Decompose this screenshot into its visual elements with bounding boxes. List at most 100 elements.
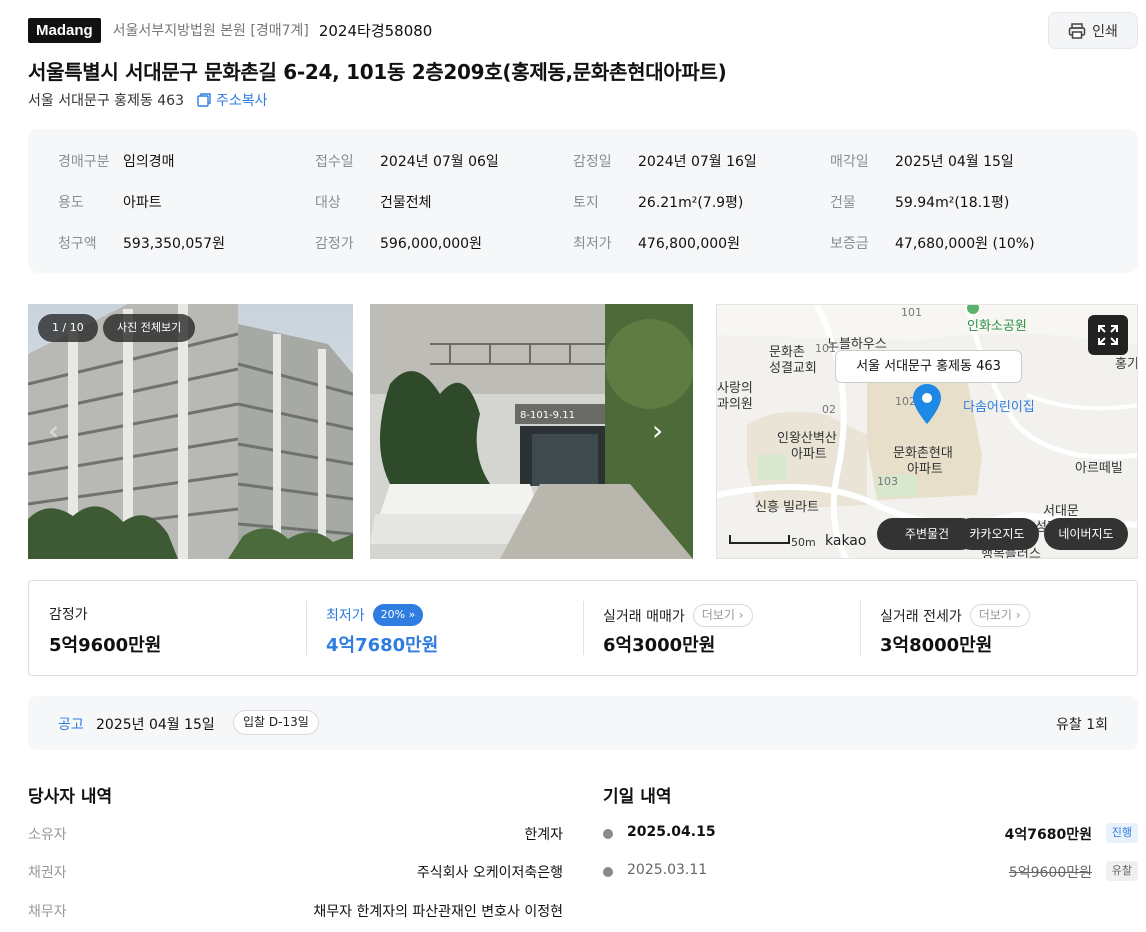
map-lot-number: 103	[877, 475, 898, 488]
history-price: 5억9600만원	[1008, 865, 1092, 881]
history-row: 2025.03.11 5억9600만원 유찰	[603, 861, 1138, 883]
info-label: 용도	[58, 195, 84, 211]
jeonse-more-button[interactable]: 더보기 ›	[969, 604, 1030, 627]
party-label: 채무자	[28, 904, 67, 920]
status-badge: 유찰	[1105, 861, 1138, 881]
lot-address-row: 서울 서대문구 홍제동 463 주소복사	[28, 90, 268, 110]
info-label: 최저가	[573, 236, 612, 252]
divider	[583, 601, 584, 655]
prev-photo-icon[interactable]: ‹	[48, 414, 59, 447]
map-fullscreen-button[interactable]	[1088, 315, 1128, 355]
info-label: 감정가	[315, 236, 354, 252]
page-title: 서울특별시 서대문구 문화촌길 6-24, 101동 2층209호(홍제동,문화…	[28, 60, 727, 84]
info-label: 토지	[573, 195, 599, 211]
location-map[interactable]: 101 인화소공원 노블하우스 문화촌 101 성결교회 사랑의 과의원 02 …	[716, 304, 1138, 559]
notice-label: 공고	[58, 717, 84, 733]
property-photo-2[interactable]: 8-101-9.11 ›	[370, 304, 693, 559]
party-value: 주식회사 오케이저축은행	[416, 865, 563, 881]
party-row: 채무자 채무자 한계자의 파산관재인 변호사 이정현	[28, 901, 563, 921]
apartment-photo-image	[28, 304, 353, 559]
divider	[860, 601, 861, 655]
price-label: 감정가	[49, 607, 88, 623]
info-received-date: 접수일 2024년 07월 06일	[315, 151, 499, 171]
map-edge-label: 홍기	[1115, 357, 1138, 372]
info-deposit: 보증금 47,680,000원 (10%)	[830, 233, 1035, 253]
info-appraisal-price: 감정가 596,000,000원	[315, 233, 482, 253]
price-value: 4억7680만원	[326, 635, 439, 656]
history-date: 2025.03.11	[627, 862, 708, 878]
info-value: 2025년 04월 15일	[895, 154, 1014, 170]
history-title: 기일 내역	[603, 787, 672, 807]
status-dot	[603, 829, 613, 839]
info-label: 보증금	[830, 236, 869, 252]
divider	[306, 601, 307, 655]
copy-address-label: 주소복사	[216, 93, 268, 109]
more-label: 더보기	[701, 608, 735, 622]
info-value: 476,800,000원	[638, 236, 740, 252]
info-value: 2024년 07월 06일	[380, 154, 499, 170]
map-scale-bar	[729, 535, 790, 544]
status-dot	[603, 867, 613, 877]
info-value: 47,680,000원 (10%)	[895, 236, 1035, 252]
info-value: 26.21m²(7.9평)	[638, 195, 744, 211]
map-clinic-label-2: 과의원	[717, 397, 753, 412]
map-scale-label: 50m	[791, 536, 816, 549]
price-value: 3억8000만원	[880, 635, 993, 656]
print-label: 인쇄	[1092, 23, 1118, 40]
naver-map-button[interactable]: 네이버지도	[1044, 518, 1128, 550]
map-lot-number: 101	[901, 306, 922, 319]
notice-bar: 공고 2025년 04월 15일 입찰 D-13일 유찰 1회	[28, 696, 1138, 750]
info-value: 59.94m²(18.1평)	[895, 195, 1010, 211]
info-label: 경매구분	[58, 154, 110, 170]
kakao-map-button[interactable]: 카카오지도	[955, 518, 1039, 550]
info-auction-type: 경매구분 임의경매	[58, 151, 175, 171]
party-row: 채권자 주식회사 오케이저축은행	[28, 862, 563, 882]
info-claim-amount: 청구액 593,350,057원	[58, 233, 225, 253]
info-building: 건물 59.94m²(18.1평)	[830, 192, 1009, 212]
auction-info-panel: 경매구분 임의경매 접수일 2024년 07월 06일 감정일 2024년 07월 1…	[28, 129, 1138, 273]
dday-badge: 입찰 D-13일	[233, 710, 319, 735]
info-value: 건물전체	[380, 195, 432, 211]
info-value: 593,350,057원	[123, 236, 225, 252]
next-photo-icon[interactable]: ›	[652, 414, 663, 447]
map-arte-label: 아르떼빌	[1075, 461, 1123, 476]
print-button[interactable]: 인쇄	[1048, 12, 1138, 49]
map-park-label: 인화소공원	[967, 319, 1027, 334]
info-target: 대상 건물전체	[315, 192, 432, 212]
price-label-row: 실거래 매매가 더보기 ›	[603, 604, 753, 627]
map-apt1-label-2: 아파트	[791, 447, 827, 462]
map-villa-label: 신흥 빌라트	[755, 500, 819, 515]
kakao-logo: kakao	[825, 533, 867, 549]
history-row: 2025.04.15 4억7680만원 진행	[603, 823, 1138, 845]
trade-more-button[interactable]: 더보기 ›	[692, 604, 753, 627]
info-label: 접수일	[315, 154, 354, 170]
discount-chip[interactable]: 20% »	[372, 604, 424, 626]
info-label: 대상	[315, 195, 341, 211]
info-sale-date: 매각일 2025년 04월 15일	[830, 151, 1014, 171]
lot-address: 서울 서대문구 홍제동 463	[28, 93, 184, 109]
more-label: 더보기	[978, 608, 1012, 622]
brand-logo: Madang	[28, 17, 101, 43]
party-row: 소유자 한계자	[28, 824, 563, 844]
info-label: 청구액	[58, 236, 97, 252]
discount-value: 20%	[380, 608, 406, 621]
property-photo-1[interactable]: 1 / 10 사진 전체보기 ‹	[28, 304, 353, 559]
copy-address-button[interactable]: 주소복사	[196, 90, 268, 110]
fail-count: 유찰 1회	[1056, 717, 1108, 733]
info-label: 감정일	[573, 154, 612, 170]
history-price: 4억7680만원	[1004, 827, 1092, 843]
price-summary-box: 감정가 5억9600만원 최저가 20% » 4억7680만원 실거래 매매가 …	[28, 580, 1138, 676]
status-badge: 진행	[1105, 823, 1138, 843]
party-label: 채권자	[28, 865, 67, 881]
photo-counter: 1 / 10	[38, 314, 98, 342]
view-all-photos-button[interactable]: 사진 전체보기	[103, 314, 196, 342]
map-church-label-2: 성결교회	[769, 361, 817, 376]
price-label-row: 최저가 20% »	[326, 604, 424, 626]
case-number: 2024타경58080	[318, 21, 433, 40]
map-pin-icon	[913, 384, 941, 424]
info-value: 596,000,000원	[380, 236, 482, 252]
info-land: 토지 26.21m²(7.9평)	[573, 192, 743, 212]
party-label: 소유자	[28, 827, 67, 843]
info-value: 임의경매	[123, 154, 175, 170]
info-label: 매각일	[830, 154, 869, 170]
